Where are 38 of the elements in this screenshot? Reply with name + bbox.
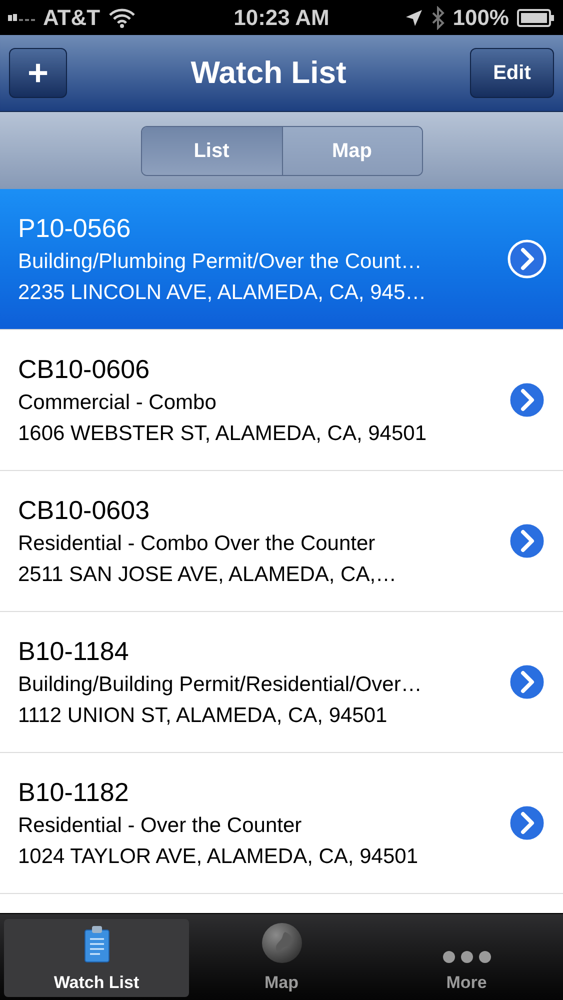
window-title: Watch List <box>190 54 346 92</box>
permit-address: 1606 WEBSTER ST, ALAMEDA, CA, 94501 <box>18 421 428 446</box>
wifi-icon <box>108 8 136 28</box>
globe-icon <box>260 922 302 964</box>
disclosure-icon[interactable] <box>507 662 547 702</box>
add-button[interactable]: + <box>9 48 67 98</box>
battery-icon <box>517 8 555 26</box>
list-row[interactable]: P10-0566 Building/Plumbing Permit/Over the Count… 2235 LINCOLN AVE, ALAMEDA, CA, 945… <box>0 189 563 330</box>
disclosure-icon[interactable] <box>507 380 547 420</box>
permit-number: B10-1182 <box>18 777 130 807</box>
permit-type: Commercial - Combo <box>18 390 218 415</box>
permit-address: 1112 UNION ST, ALAMEDA, CA, 94501 <box>18 703 388 728</box>
signal-icon <box>8 14 35 21</box>
permit-type: Residential - Combo Over the Counter <box>18 531 376 556</box>
carrier-name: AT&T <box>43 4 100 32</box>
permit-number: B10-1184 <box>18 636 130 666</box>
permit-type: Building/Building Permit/Residential/Over… <box>18 672 423 697</box>
disclosure-icon[interactable] <box>507 239 547 279</box>
tab-bar-item[interactable]: Map <box>189 919 374 997</box>
clipboard-icon <box>82 924 110 964</box>
permit-number: CB10-0603 <box>18 495 151 525</box>
edit-button[interactable]: Edit <box>470 48 554 98</box>
permit-address: 1024 TAYLOR AVE, ALAMEDA, CA, 94501 <box>18 844 419 869</box>
permit-number: CB10-0606 <box>18 354 151 384</box>
permit-type: Building/Plumbing Permit/Over the Count… <box>18 249 423 274</box>
bluetooth-icon <box>430 6 445 30</box>
battery-percent: 100% <box>452 4 509 32</box>
permit-type: Residential - Over the Counter <box>18 813 303 838</box>
disclosure-icon[interactable] <box>507 803 547 843</box>
status-time: 10:23 AM <box>234 4 330 32</box>
more-icon <box>442 950 492 964</box>
location-arrow-icon <box>404 8 423 26</box>
permit-address: 2235 LINCOLN AVE, ALAMEDA, CA, 945… <box>18 280 428 305</box>
disclosure-icon[interactable] <box>507 521 547 561</box>
permit-address: 2511 SAN JOSE AVE, ALAMEDA, CA,… <box>18 562 398 587</box>
tab-bar-item[interactable]: Watch List <box>4 919 189 997</box>
permit-number: P10-0566 <box>18 213 132 243</box>
tab-bar-item[interactable]: More <box>374 919 559 997</box>
